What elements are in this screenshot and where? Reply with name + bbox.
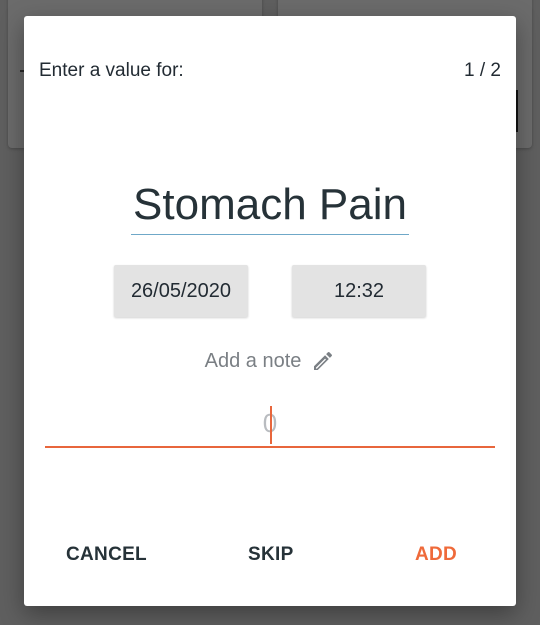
date-picker-button[interactable]: 26/05/2020 bbox=[114, 265, 248, 317]
symptom-title-wrap: Stomach Pain bbox=[24, 178, 516, 235]
skip-button[interactable]: SKIP bbox=[248, 544, 294, 566]
value-input[interactable]: 0 bbox=[45, 406, 495, 448]
add-note-label: Add a note bbox=[204, 349, 302, 372]
symptom-title[interactable]: Stomach Pain bbox=[131, 178, 409, 235]
dialog-actions: CANCEL SKIP ADD bbox=[24, 544, 516, 568]
dialog-prompt: Enter a value for: bbox=[39, 60, 184, 81]
enter-value-dialog: Enter a value for: 1 / 2 Stomach Pain 26… bbox=[24, 16, 516, 606]
text-cursor bbox=[270, 406, 272, 444]
step-counter: 1 / 2 bbox=[464, 60, 501, 81]
input-underline bbox=[45, 446, 495, 448]
add-note-link[interactable]: Add a note bbox=[24, 349, 516, 373]
time-picker-button[interactable]: 12:32 bbox=[292, 265, 426, 317]
dialog-header: Enter a value for: 1 / 2 bbox=[39, 60, 501, 82]
add-button[interactable]: ADD bbox=[415, 544, 457, 566]
cancel-button[interactable]: CANCEL bbox=[66, 544, 147, 566]
pencil-icon bbox=[311, 349, 335, 373]
